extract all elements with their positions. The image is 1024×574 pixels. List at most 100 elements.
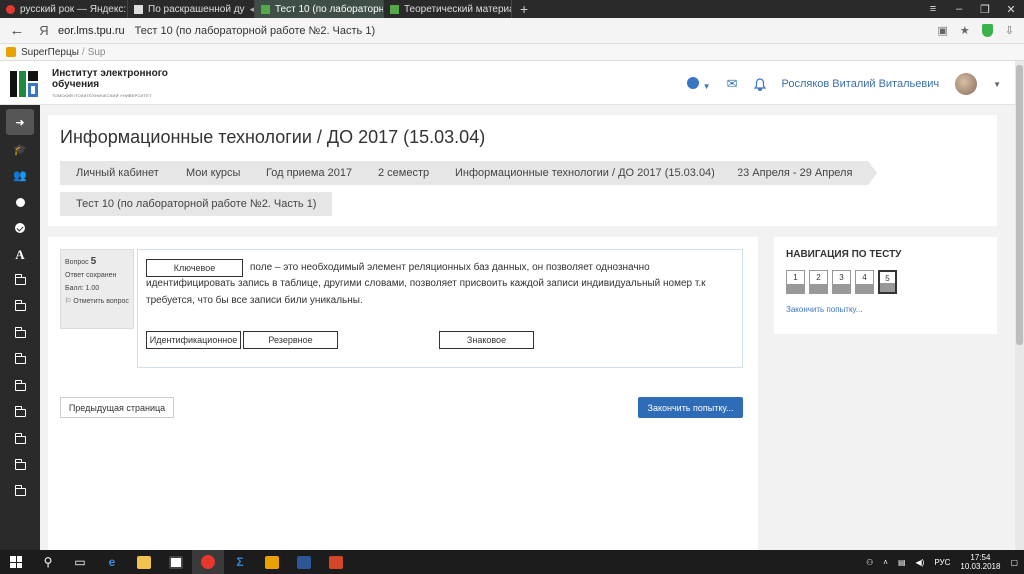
- volume-icon[interactable]: ◀): [916, 558, 925, 567]
- messages-envelope-icon[interactable]: ✉: [727, 76, 738, 92]
- folder-icon: [14, 274, 26, 285]
- sidebar-item-section[interactable]: [0, 347, 40, 373]
- font-icon: A: [15, 247, 25, 262]
- sidebar-item-section[interactable]: [0, 400, 40, 426]
- logo-title: Институт электронного обучения: [52, 68, 168, 90]
- finish-attempt-link[interactable]: Закончить попытку...: [786, 305, 862, 314]
- tab-colored-soul[interactable]: По раскрашенной ду ◀×: [128, 0, 255, 18]
- quiz-navigation-title: НАВИГАЦИЯ ПО ТЕСТУ: [786, 249, 902, 260]
- edge-browser-icon[interactable]: e: [96, 550, 128, 574]
- site-header: Институт электронного обучения ТОМСКИЙ П…: [0, 61, 1015, 105]
- bookmark-item[interactable]: SuperПерцы: [21, 47, 79, 58]
- network-icon[interactable]: ▤: [898, 558, 906, 567]
- scrollbar-thumb[interactable]: [1016, 65, 1023, 345]
- menu-icon[interactable]: ≡: [920, 3, 946, 15]
- yandex-browser-icon[interactable]: [192, 550, 224, 574]
- quiz-nav-question-4[interactable]: 4: [855, 270, 874, 294]
- previous-page-button[interactable]: Предыдущая страница: [60, 397, 174, 418]
- finish-attempt-button[interactable]: Закончить попытку...: [638, 397, 743, 418]
- institute-logo-icon[interactable]: [8, 67, 40, 99]
- task-view-icon[interactable]: ▭: [64, 550, 96, 574]
- store-icon[interactable]: [160, 550, 192, 574]
- sidebar-toggle-button[interactable]: ➜: [6, 109, 34, 135]
- logo-subtitle: ТОМСКИЙ ПОЛИТЕХНИЧЕСКИЙ УНИВЕРСИТЕТ: [52, 93, 152, 98]
- quiz-nav-question-2[interactable]: 2: [809, 270, 828, 294]
- clock-date: 10.03.2018: [960, 562, 1001, 571]
- breadcrumb-test[interactable]: Тест 10 (по лабораторной работе №2. Част…: [60, 192, 333, 216]
- quiz-nav-question-1[interactable]: 1: [786, 270, 805, 294]
- sidebar-item-grades[interactable]: A: [0, 242, 40, 268]
- quiz-nav-question-5[interactable]: 5: [878, 270, 897, 294]
- breadcrumb-week[interactable]: 23 Апреля - 29 Апреля: [721, 161, 878, 185]
- protect-shield-icon[interactable]: [981, 24, 993, 37]
- sidebar-item-section[interactable]: [0, 453, 40, 479]
- answer-drop-zone[interactable]: Ключевое: [146, 259, 243, 277]
- sidebar-item-section[interactable]: [0, 479, 40, 505]
- language-selector[interactable]: ▼: [687, 76, 711, 92]
- question-number: Вопрос 5: [65, 256, 97, 267]
- tab-test-10[interactable]: Тест 10 (по лабораторн ×: [255, 0, 384, 18]
- breadcrumb-dashboard[interactable]: Личный кабинет: [60, 161, 184, 185]
- sidebar-item-section[interactable]: [0, 427, 40, 453]
- bookmark-item[interactable]: Sup: [88, 47, 106, 58]
- breadcrumb-course[interactable]: Информационные технологии / ДО 2017 (15.…: [439, 161, 740, 185]
- back-arrow-icon[interactable]: ←: [0, 22, 34, 39]
- search-icon[interactable]: ⚲: [32, 550, 64, 574]
- file-explorer-icon[interactable]: [128, 550, 160, 574]
- star-icon[interactable]: ★: [960, 24, 970, 37]
- app-sigma-icon[interactable]: Σ: [224, 550, 256, 574]
- restore-icon[interactable]: ❐: [972, 3, 998, 16]
- breadcrumb-year[interactable]: Год приема 2017: [250, 161, 378, 185]
- course-header-card: Информационные технологии / ДО 2017 (15.…: [48, 115, 997, 226]
- notifications-icon[interactable]: ▢: [1010, 558, 1018, 567]
- notifications-bell-icon[interactable]: [753, 77, 766, 91]
- tab-theory[interactable]: Теоретический материал п ×: [384, 0, 512, 18]
- system-clock[interactable]: 17:54 10.03.2018: [960, 553, 1000, 571]
- sidebar-item-section[interactable]: [0, 321, 40, 347]
- quiz-nav-question-3[interactable]: 3: [832, 270, 851, 294]
- tab-yandex-search[interactable]: русский рок — Яндекс: най ×: [0, 0, 128, 18]
- drag-option-sign[interactable]: Знаковое: [439, 331, 534, 349]
- drag-option-identification[interactable]: Идентификационное: [146, 331, 241, 349]
- word-icon[interactable]: [288, 550, 320, 574]
- folder-icon: [14, 459, 26, 470]
- users-icon: 👥: [13, 169, 27, 182]
- user-menu-chevron-icon[interactable]: ▼: [993, 80, 1001, 89]
- sidebar-item-courses[interactable]: 🎓: [0, 136, 40, 162]
- sidebar-item-section[interactable]: [0, 294, 40, 320]
- close-window-icon[interactable]: ✕: [998, 3, 1024, 16]
- address-actions: ▣ ★ ⇩: [938, 24, 1024, 37]
- sidebar-item-section[interactable]: [0, 374, 40, 400]
- tray-chevron-icon[interactable]: ˄: [883, 558, 888, 567]
- clock-time: 17:54: [970, 553, 991, 562]
- windows-taskbar: ⚲ ▭ e Σ ⚇ ˄ ▤ ◀) РУС 17:54 10.03.2018 ▢: [0, 550, 1024, 574]
- people-icon[interactable]: ⚇: [866, 558, 873, 567]
- sidebar-item-section[interactable]: [0, 268, 40, 294]
- download-icon[interactable]: ⇩: [1005, 24, 1014, 37]
- flag-question-link[interactable]: ⚐ Отметить вопрос: [65, 297, 129, 306]
- question-content: Ключевое поле – это необходимый элемент …: [137, 249, 743, 368]
- url-host[interactable]: eor.lms.tpu.ru: [58, 25, 125, 37]
- reader-icon[interactable]: ▣: [938, 24, 948, 37]
- language-indicator[interactable]: РУС: [934, 558, 950, 567]
- new-tab-button[interactable]: +: [512, 0, 536, 18]
- page-scrollbar[interactable]: [1015, 61, 1024, 550]
- user-name[interactable]: Росляков Виталий Витальевич: [782, 78, 940, 90]
- powerpoint-icon[interactable]: [320, 550, 352, 574]
- window-controls: ≡ – ❐ ✕: [920, 0, 1024, 18]
- folder-icon: [14, 300, 26, 311]
- folder-icon: [14, 327, 26, 338]
- sidebar-item-badges[interactable]: [0, 189, 40, 215]
- folder-app-icon[interactable]: [256, 550, 288, 574]
- check-icon: [15, 223, 25, 233]
- drag-option-reserve[interactable]: Резервное: [243, 331, 338, 349]
- minimize-icon[interactable]: –: [946, 3, 972, 15]
- sidebar-item-participants[interactable]: 👥: [0, 162, 40, 188]
- sidebar-item-competencies[interactable]: [0, 215, 40, 241]
- windows-logo-icon: [10, 556, 22, 568]
- moodle-favicon-icon: [261, 4, 270, 14]
- start-button[interactable]: [0, 550, 32, 574]
- avatar[interactable]: [955, 73, 978, 95]
- yandex-logo-icon[interactable]: Я: [34, 23, 54, 38]
- url-page-title[interactable]: Тест 10 (по лабораторной работе №2. Част…: [135, 25, 375, 37]
